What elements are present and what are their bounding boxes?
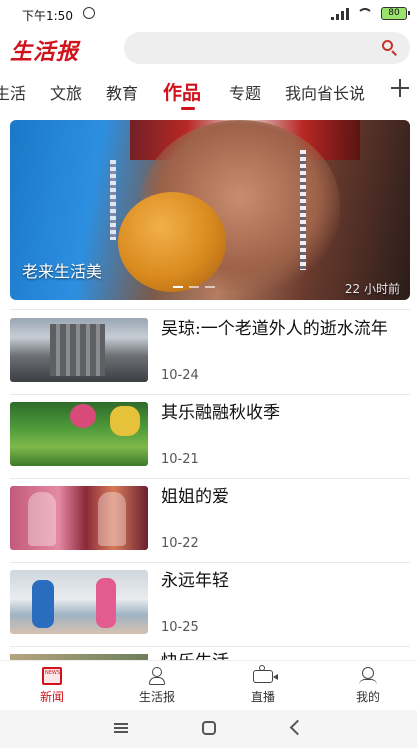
news-thumbnail <box>10 318 148 382</box>
battery-icon: 80 <box>381 7 410 20</box>
nav-label: 新闻 <box>39 690 64 704</box>
bottom-navigation: 新闻 生活报 直播 我的 <box>0 660 417 711</box>
nav-life-paper[interactable]: 生活报 <box>117 661 197 711</box>
back-icon[interactable] <box>289 719 306 736</box>
category-tabs: 生活 文旅 教育 作品 专题 我向省长说 <box>0 70 417 110</box>
hero-gourd <box>118 192 226 292</box>
system-navigation-bar <box>0 710 417 748</box>
app-logo: 生活报 <box>10 39 80 65</box>
active-tab-indicator <box>181 107 195 110</box>
nav-label: 我的 <box>355 690 380 704</box>
signal-icon <box>331 7 349 20</box>
news-title: 永远年轻 <box>161 571 229 591</box>
hero-time: 22 小时前 <box>344 282 400 296</box>
nav-label: 直播 <box>250 690 275 704</box>
nav-label: 生活报 <box>138 690 175 704</box>
news-thumbnail <box>10 486 148 550</box>
divider <box>10 478 410 479</box>
app-header: 生活报 <box>0 30 417 70</box>
search-icon[interactable] <box>382 40 396 54</box>
tab-topics[interactable]: 专题 <box>229 80 261 104</box>
search-bar[interactable] <box>124 32 410 64</box>
news-icon <box>42 667 62 685</box>
wifi-icon <box>357 7 373 20</box>
news-title: 吴琼:一个老道外人的逝水流年 <box>161 319 388 339</box>
hero-title: 老来生活美 <box>22 262 103 281</box>
news-thumbnail <box>10 402 148 466</box>
tab-works[interactable]: 作品 <box>163 78 201 105</box>
news-date: 10-25 <box>161 620 199 635</box>
people-icon <box>147 667 167 685</box>
video-camera-icon <box>253 665 278 683</box>
status-time: 下午1:50 <box>22 9 73 23</box>
carousel-dots <box>173 286 215 288</box>
news-item[interactable]: 永远年轻 10-25 <box>0 570 417 640</box>
nav-live[interactable]: 直播 <box>223 661 303 711</box>
news-date: 10-24 <box>161 368 199 383</box>
status-icons: 80 <box>331 7 410 20</box>
tab-life[interactable]: 生活 <box>0 80 26 104</box>
hero-beads-left <box>110 160 116 240</box>
news-date: 10-22 <box>161 536 199 551</box>
news-title: 姐姐的爱 <box>161 487 229 507</box>
user-icon <box>358 667 378 685</box>
home-icon[interactable] <box>202 721 216 735</box>
news-item[interactable]: 其乐融融秋收季 10-21 <box>0 402 417 472</box>
divider <box>10 646 410 647</box>
divider <box>10 562 410 563</box>
menu-icon[interactable] <box>114 723 128 733</box>
hero-banner[interactable]: 老来生活美 22 小时前 <box>10 120 410 300</box>
nav-me[interactable]: 我的 <box>328 661 408 711</box>
hero-beads-right <box>300 150 306 270</box>
news-item[interactable]: 吴琼:一个老道外人的逝水流年 10-24 <box>0 318 417 388</box>
news-thumbnail <box>10 570 148 634</box>
news-date: 10-21 <box>161 452 199 467</box>
news-title: 其乐融融秋收季 <box>161 403 280 423</box>
add-tab-icon[interactable] <box>391 79 409 97</box>
divider <box>10 309 410 310</box>
status-bar: 下午1:50 80 <box>0 0 417 28</box>
alarm-icon <box>83 7 95 19</box>
nav-news[interactable]: 新闻 <box>12 661 92 711</box>
tab-governor[interactable]: 我向省长说 <box>285 80 379 104</box>
tab-culture-travel[interactable]: 文旅 <box>50 80 82 104</box>
tab-education[interactable]: 教育 <box>106 80 138 104</box>
divider <box>10 394 410 395</box>
news-item[interactable]: 姐姐的爱 10-22 <box>0 486 417 556</box>
